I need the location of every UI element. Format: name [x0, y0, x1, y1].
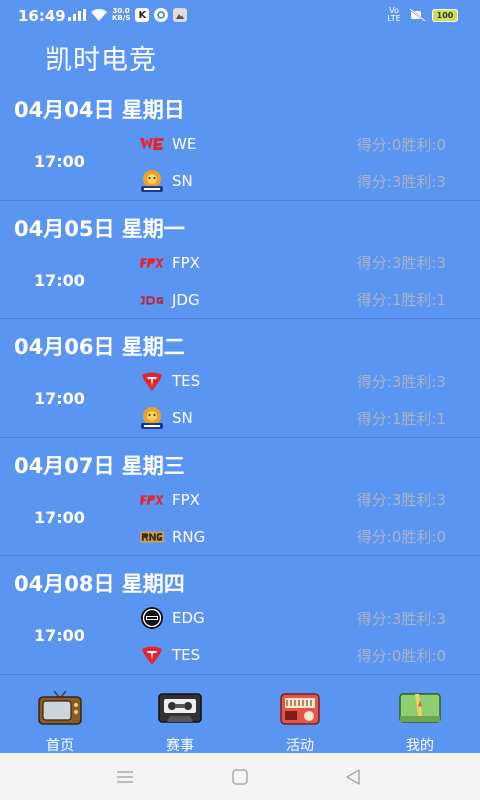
- status-bar: 16:49 30.0 KB/S K Vo LTE 100: [0, 0, 480, 30]
- team-row[interactable]: WE 得分:0胜利:0: [140, 132, 450, 156]
- day-date: 04月08日 星期四: [14, 572, 185, 596]
- day-block[interactable]: 04月05日 星期一 17:00 FPX 得分:3胜利:3 JDG 得分:1胜利…: [0, 201, 480, 319]
- we-logo-icon: [140, 132, 164, 156]
- nav-events-label: 赛事: [166, 738, 194, 754]
- system-nav-bar: [0, 753, 480, 800]
- map-icon: [397, 690, 443, 726]
- battery-icon: 100: [432, 8, 458, 22]
- team-score: 得分:0胜利:0: [356, 135, 446, 154]
- team-name: RNG: [172, 527, 206, 546]
- mute-icon: [409, 8, 427, 22]
- day-date: 04月07日 星期三: [14, 453, 185, 478]
- nav-events[interactable]: 赛事: [120, 676, 240, 754]
- match-time: 17:00: [34, 389, 85, 408]
- team-row[interactable]: SN 得分:1胜利:1: [140, 406, 450, 430]
- team-row[interactable]: SN 得分:3胜利:3: [140, 169, 450, 193]
- image-notification-icon: [173, 8, 188, 22]
- day-date: 04月06日 星期二: [14, 335, 185, 359]
- page-title: 凯时电竞: [45, 45, 157, 76]
- menu-icon[interactable]: [114, 766, 136, 788]
- team-score: 得分:3胜利:3: [356, 609, 446, 628]
- team-score: 得分:0胜利:0: [356, 646, 446, 665]
- edg-logo-icon: [140, 606, 164, 630]
- jdg-logo-icon: [140, 288, 164, 312]
- bottom-nav: 首页 赛事 活动 我的: [0, 676, 480, 754]
- team-row[interactable]: FPX 得分:3胜利:3: [140, 488, 450, 512]
- team-name: TES: [172, 372, 201, 390]
- back-icon[interactable]: [342, 766, 364, 788]
- sn-logo-icon: [140, 169, 164, 193]
- signal-icon: [68, 8, 86, 22]
- team-name: WE: [172, 135, 197, 153]
- team-score: 得分:3胜利:3: [356, 491, 446, 509]
- team-row[interactable]: TES 得分:3胜利:3: [140, 369, 450, 393]
- nav-home[interactable]: 首页: [0, 676, 120, 754]
- team-name: TES: [172, 646, 201, 664]
- team-row[interactable]: FPX 得分:3胜利:3: [140, 251, 450, 275]
- match-list[interactable]: 04月04日 星期日 17:00 WE 得分:0胜利:0 SN 得分:3胜利:3…: [0, 82, 480, 676]
- day-date: 04月05日 星期一: [14, 216, 185, 241]
- shield-notification-icon: [154, 8, 169, 22]
- team-row[interactable]: RNG 得分:0胜利:0: [140, 525, 450, 549]
- fpx-logo-icon: [140, 488, 164, 512]
- status-time: 16:49: [18, 7, 66, 25]
- match-time: 17:00: [34, 626, 85, 645]
- radio-icon: [277, 690, 323, 726]
- team-score: 得分:0胜利:0: [356, 528, 446, 546]
- nav-profile[interactable]: 我的: [360, 676, 480, 754]
- volte-icon: Vo LTE: [387, 6, 401, 23]
- fpx-logo-icon: [140, 251, 164, 275]
- team-score: 得分:1胜利:1: [356, 409, 446, 428]
- tv-icon: [37, 690, 83, 726]
- nav-activity-label: 活动: [286, 738, 314, 754]
- team-name: SN: [172, 409, 193, 427]
- app-notification-icon: K: [135, 8, 150, 22]
- net-speed-unit: KB/S: [112, 14, 131, 22]
- nav-activity[interactable]: 活动: [240, 676, 360, 754]
- team-name: EDG: [172, 609, 205, 627]
- team-row[interactable]: EDG 得分:3胜利:3: [140, 606, 450, 630]
- day-block[interactable]: 04月04日 星期日 17:00 WE 得分:0胜利:0 SN 得分:3胜利:3: [0, 82, 480, 201]
- tes-logo-icon: [140, 369, 164, 393]
- team-name: SN: [172, 172, 193, 190]
- nav-home-label: 首页: [46, 738, 74, 754]
- day-block[interactable]: 04月08日 星期四 17:00 EDG 得分:3胜利:3 TES 得分:0胜利…: [0, 556, 480, 675]
- wifi-icon: [91, 8, 107, 22]
- rng-logo-icon: [140, 525, 164, 549]
- day-block[interactable]: 04月07日 星期三 17:00 FPX 得分:3胜利:3 RNG 得分:0胜利…: [0, 438, 480, 556]
- nav-profile-label: 我的: [406, 738, 434, 754]
- team-score: 得分:3胜利:3: [356, 172, 446, 191]
- home-icon[interactable]: [229, 766, 251, 788]
- match-time: 17:00: [34, 270, 85, 290]
- team-score: 得分:3胜利:3: [356, 254, 446, 272]
- day-date: 04月04日 星期日: [14, 98, 185, 122]
- cassette-icon: [157, 690, 203, 726]
- match-time: 17:00: [34, 507, 85, 527]
- team-score: 得分:1胜利:1: [356, 291, 446, 309]
- team-name: FPX: [172, 253, 200, 272]
- team-name: FPX: [172, 490, 200, 509]
- match-time: 17:00: [34, 152, 85, 171]
- team-row[interactable]: JDG 得分:1胜利:1: [140, 288, 450, 312]
- tes-logo-icon: [140, 643, 164, 667]
- team-row[interactable]: TES 得分:0胜利:0: [140, 643, 450, 667]
- team-name: JDG: [172, 290, 200, 309]
- day-block[interactable]: 04月06日 星期二 17:00 TES 得分:3胜利:3 SN 得分:1胜利:…: [0, 319, 480, 438]
- net-speed: 30.0 KB/S: [112, 8, 130, 22]
- sn-logo-icon: [140, 406, 164, 430]
- team-score: 得分:3胜利:3: [356, 372, 446, 391]
